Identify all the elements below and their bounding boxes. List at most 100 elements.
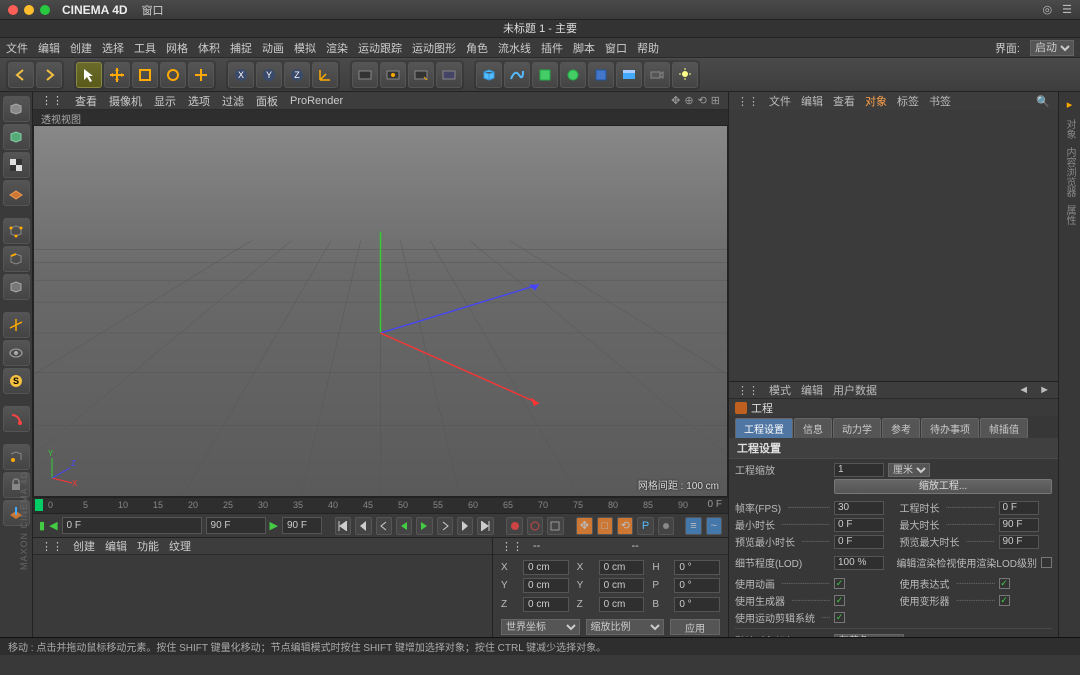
menu-plugins[interactable]: 插件 bbox=[541, 40, 563, 56]
polygon-mode[interactable] bbox=[3, 274, 30, 300]
next-frame[interactable] bbox=[437, 517, 453, 535]
undo-button[interactable] bbox=[8, 62, 34, 88]
axis-mode[interactable] bbox=[3, 312, 30, 338]
key-param[interactable]: P bbox=[637, 517, 653, 535]
menu-pipeline[interactable]: 流水线 bbox=[498, 40, 531, 56]
render-view[interactable] bbox=[352, 62, 378, 88]
maximize-window[interactable] bbox=[40, 5, 50, 15]
vp-nav-rotate-icon[interactable]: ⟲ bbox=[698, 94, 707, 107]
coord-grip[interactable]: ⋮⋮ bbox=[501, 540, 523, 553]
coord-z[interactable] bbox=[523, 597, 569, 612]
size-y[interactable] bbox=[599, 578, 645, 593]
render-region[interactable] bbox=[380, 62, 406, 88]
size-z[interactable] bbox=[599, 597, 645, 612]
render-settings[interactable] bbox=[408, 62, 434, 88]
project-scale-unit[interactable]: 厘米 bbox=[888, 463, 930, 477]
cc-icon[interactable]: ◎ bbox=[1043, 3, 1053, 16]
point-mode[interactable] bbox=[3, 218, 30, 244]
rtab-attrs[interactable]: 属性 bbox=[1062, 205, 1077, 225]
axis-x-lock[interactable]: X bbox=[228, 62, 254, 88]
range-end-field[interactable] bbox=[206, 517, 266, 534]
rtab-icon[interactable]: ▸ bbox=[1067, 98, 1073, 111]
rot-p[interactable] bbox=[674, 578, 720, 593]
prev-frame[interactable] bbox=[376, 517, 392, 535]
close-window[interactable] bbox=[8, 5, 18, 15]
make-editable[interactable] bbox=[3, 96, 30, 122]
menu-mograph[interactable]: 运动图形 bbox=[412, 40, 456, 56]
vp-menu-filter[interactable]: 过滤 bbox=[222, 93, 244, 109]
move-tool[interactable] bbox=[104, 62, 130, 88]
vp-menu-panel[interactable]: 面板 bbox=[256, 93, 278, 109]
attr-tab-dynamics[interactable]: 动力学 bbox=[833, 418, 881, 438]
menu-snap[interactable]: 捕捉 bbox=[230, 40, 252, 56]
app-menu-window[interactable]: 窗口 bbox=[142, 2, 164, 18]
add-camera[interactable] bbox=[644, 62, 670, 88]
key-scale[interactable]: □ bbox=[597, 517, 613, 535]
coord-space-select[interactable]: 世界坐标 bbox=[501, 619, 580, 635]
mat-menu-func[interactable]: 功能 bbox=[137, 538, 159, 554]
add-deformer[interactable] bbox=[588, 62, 614, 88]
obj-tab-objects[interactable]: 对象 bbox=[865, 93, 887, 109]
viewport-perspective[interactable]: YXZ 网格间距 : 100 cm bbox=[33, 125, 728, 497]
axis-z-lock[interactable]: Z bbox=[284, 62, 310, 88]
model-mode[interactable] bbox=[3, 124, 30, 150]
max-time-field[interactable] bbox=[999, 518, 1039, 532]
vp-menu-display[interactable]: 显示 bbox=[154, 93, 176, 109]
viewport-solo[interactable] bbox=[3, 340, 30, 366]
edge-mode[interactable] bbox=[3, 246, 30, 272]
attr-nav-fwd[interactable]: ► bbox=[1039, 384, 1050, 396]
attr-tab-todo[interactable]: 待办事项 bbox=[921, 418, 979, 438]
obj-tab-file[interactable]: 文件 bbox=[769, 93, 791, 109]
axis-y-lock[interactable]: Y bbox=[256, 62, 282, 88]
attr-menu-mode[interactable]: 模式 bbox=[769, 382, 791, 398]
obj-tab-view[interactable]: 查看 bbox=[833, 93, 855, 109]
rtab-browser[interactable]: 内容浏览器 bbox=[1062, 147, 1077, 197]
attr-tab-ref[interactable]: 参考 bbox=[882, 418, 920, 438]
attr-nav-back[interactable]: ◄ bbox=[1018, 384, 1029, 396]
play-backward[interactable] bbox=[396, 517, 412, 535]
workplane-mode[interactable] bbox=[3, 180, 30, 206]
range-handle[interactable]: ▮ bbox=[39, 519, 45, 532]
attr-menu-userdata[interactable]: 用户数据 bbox=[833, 382, 877, 398]
use-gen-check[interactable] bbox=[834, 595, 845, 606]
tweak-mode[interactable] bbox=[3, 444, 30, 470]
menu-create[interactable]: 创建 bbox=[70, 40, 92, 56]
obj-tab-bookmarks[interactable]: 书签 bbox=[929, 93, 951, 109]
prev-min-field[interactable] bbox=[834, 535, 884, 549]
menu-tools[interactable]: 工具 bbox=[134, 40, 156, 56]
menu-file[interactable]: 文件 bbox=[6, 40, 28, 56]
mat-menu-tex[interactable]: 纹理 bbox=[169, 538, 191, 554]
fps-field[interactable] bbox=[834, 501, 884, 515]
prev-key[interactable] bbox=[355, 517, 371, 535]
menu-edit[interactable]: 编辑 bbox=[38, 40, 60, 56]
range-total-field[interactable] bbox=[282, 517, 322, 534]
timeline-dopesheet[interactable]: ≡ bbox=[685, 517, 701, 535]
menu-animate[interactable]: 动画 bbox=[262, 40, 284, 56]
rtab-objects[interactable]: 对象 bbox=[1062, 119, 1077, 139]
vp-menu-prorender[interactable]: ProRender bbox=[290, 95, 343, 107]
use-anim-check[interactable] bbox=[834, 578, 845, 589]
object-tree[interactable] bbox=[729, 110, 1058, 381]
play-forward[interactable] bbox=[416, 517, 432, 535]
render-picture[interactable] bbox=[436, 62, 462, 88]
last-tool[interactable] bbox=[188, 62, 214, 88]
prev-max-field[interactable] bbox=[999, 535, 1039, 549]
vp-nav-move-icon[interactable]: ✥ bbox=[671, 94, 680, 107]
rot-h[interactable] bbox=[674, 560, 720, 575]
size-x[interactable] bbox=[599, 560, 645, 575]
goto-start[interactable] bbox=[335, 517, 351, 535]
autokey[interactable] bbox=[527, 517, 543, 535]
menu-help[interactable]: 帮助 bbox=[637, 40, 659, 56]
vp-menu-view[interactable]: 查看 bbox=[75, 93, 97, 109]
coord-apply[interactable]: 应用 bbox=[670, 619, 720, 635]
vp-grip-icon[interactable]: ⋮⋮ bbox=[41, 94, 63, 107]
menu-window[interactable]: 窗口 bbox=[605, 40, 627, 56]
record-key[interactable] bbox=[506, 517, 522, 535]
coord-system[interactable] bbox=[312, 62, 338, 88]
rot-b[interactable] bbox=[674, 597, 720, 612]
add-spline[interactable] bbox=[504, 62, 530, 88]
menu-volume[interactable]: 体积 bbox=[198, 40, 220, 56]
obj-search-icon[interactable]: 🔍 bbox=[1036, 95, 1050, 108]
key-pos[interactable]: ✥ bbox=[576, 517, 592, 535]
coord-scale-select[interactable]: 缩放比例 bbox=[586, 619, 665, 635]
